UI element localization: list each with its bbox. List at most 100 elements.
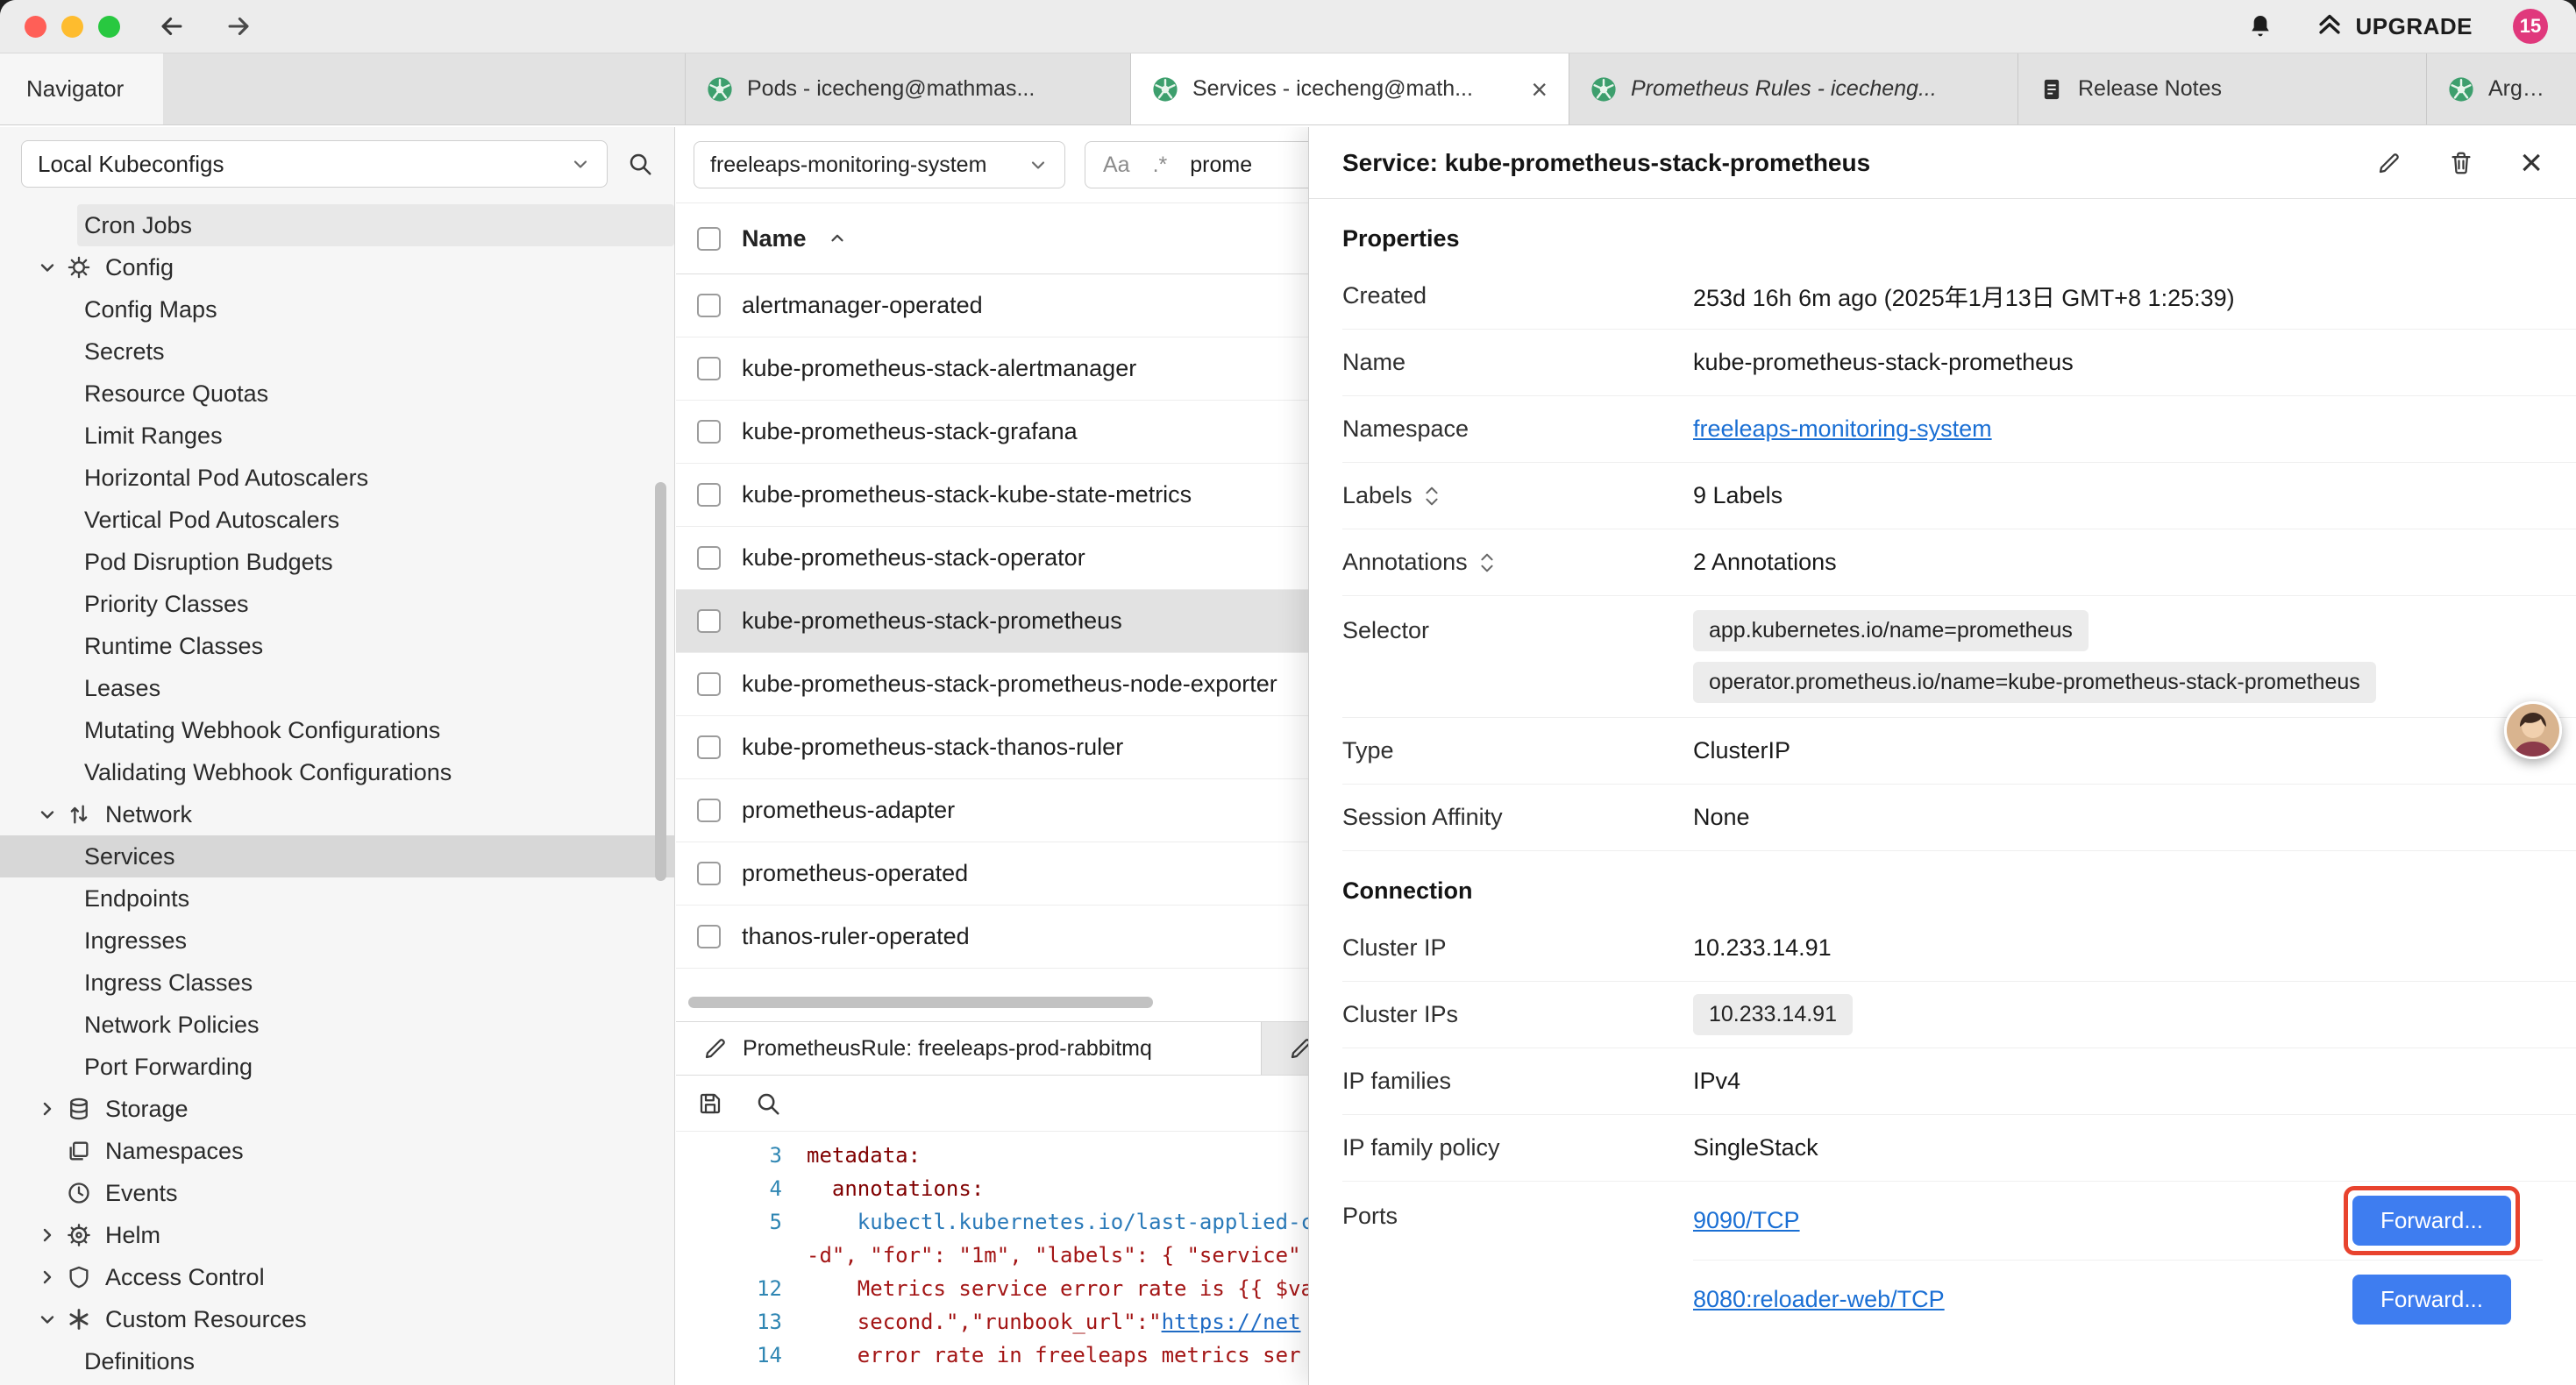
navigator-panel-tab[interactable]: Navigator	[0, 53, 163, 124]
sidebar-item-secrets[interactable]: Secrets	[0, 330, 674, 373]
save-icon[interactable]	[697, 1090, 723, 1117]
sidebar-search-icon[interactable]	[627, 151, 653, 177]
minimize-window-button[interactable]	[61, 16, 83, 38]
delete-button[interactable]	[2448, 150, 2474, 176]
forward-button-8080[interactable]: Forward...	[2352, 1275, 2511, 1325]
row-checkbox[interactable]	[697, 483, 721, 507]
tab-argo-s[interactable]: Argo S	[2427, 53, 2576, 124]
row-checkbox[interactable]	[697, 672, 721, 696]
sidebar-item-access-control[interactable]: Access Control	[0, 1256, 674, 1298]
sidebar-item-services[interactable]: Services	[0, 835, 674, 877]
sidebar-item-ingresses[interactable]: Ingresses	[0, 920, 674, 962]
forward-button-9090[interactable]: Forward...	[2352, 1196, 2511, 1246]
sidebar-item-storage[interactable]: Storage	[0, 1088, 674, 1130]
row-checkbox[interactable]	[697, 357, 721, 380]
chevron-right-icon[interactable]	[37, 1267, 67, 1288]
row-checkbox[interactable]	[697, 546, 721, 570]
sidebar-item-endpoints[interactable]: Endpoints	[0, 877, 674, 920]
tab-services-icecheng-math[interactable]: Services - icecheng@math...×	[1131, 53, 1569, 124]
sidebar-item-namespaces[interactable]: Namespaces	[0, 1130, 674, 1172]
property-value: 10.233.14.91	[1693, 934, 1832, 962]
match-case-toggle[interactable]: Aa	[1103, 153, 1130, 178]
sidebar-item-helm[interactable]: Helm	[0, 1214, 674, 1256]
edit-button[interactable]	[2376, 150, 2402, 176]
zoom-window-button[interactable]	[98, 16, 120, 38]
namespace-filter-select[interactable]: freeleaps-monitoring-system	[694, 141, 1065, 188]
chevron-down-icon[interactable]	[37, 1309, 67, 1330]
chevron-right-icon[interactable]	[37, 1098, 67, 1119]
close-drawer-button[interactable]: ×	[2520, 144, 2543, 182]
sidebar-item-config[interactable]: Config	[0, 246, 674, 288]
chevron-right-icon[interactable]	[37, 1225, 67, 1246]
navigator-label: Navigator	[26, 75, 124, 103]
row-checkbox[interactable]	[697, 862, 721, 885]
sort-ascending-icon[interactable]	[828, 229, 847, 248]
row-checkbox[interactable]	[697, 609, 721, 633]
sidebar-item-ingress-classes[interactable]: Ingress Classes	[0, 962, 674, 1004]
sidebar-item-limit-ranges[interactable]: Limit Ranges	[0, 415, 674, 457]
forward-button[interactable]	[224, 11, 253, 41]
sidebar-item-cron-jobs[interactable]: Cron Jobs	[77, 204, 674, 246]
sidebar-item-definitions[interactable]: Definitions	[0, 1340, 674, 1382]
chevron-down-icon[interactable]	[37, 257, 67, 278]
sidebar-item-leases[interactable]: Leases	[0, 667, 674, 709]
select-all-checkbox[interactable]	[697, 227, 721, 251]
row-checkbox[interactable]	[697, 735, 721, 759]
close-tab-icon[interactable]: ×	[1531, 75, 1548, 103]
sidebar-item-label: Storage	[105, 1096, 189, 1123]
row-checkbox[interactable]	[697, 420, 721, 444]
sidebar-item-vertical-pod-autoscalers[interactable]: Vertical Pod Autoscalers	[0, 499, 674, 541]
editor-tab-label: PrometheusRule: freeleaps-prod-rabbitmq	[743, 1036, 1152, 1062]
sidebar-item-network[interactable]: Network	[0, 793, 674, 835]
sidebar-item-runtime-classes[interactable]: Runtime Classes	[0, 625, 674, 667]
user-avatar[interactable]	[2504, 701, 2562, 759]
sidebar-item-port-forwarding[interactable]: Port Forwarding	[0, 1046, 674, 1088]
notification-count-badge[interactable]: 15	[2513, 9, 2548, 44]
tab-prometheus-rules-icecheng[interactable]: Prometheus Rules - icecheng...	[1569, 53, 2018, 124]
sidebar-item-validating-webhook-configurations[interactable]: Validating Webhook Configurations	[0, 751, 674, 793]
tab-pods-icecheng-mathmas[interactable]: Pods - icecheng@mathmas...	[686, 53, 1131, 124]
sidebar-item-mutating-webhook-configurations[interactable]: Mutating Webhook Configurations	[0, 709, 674, 751]
sidebar-item-priority-classes[interactable]: Priority Classes	[0, 583, 674, 625]
properties-heading: Properties	[1342, 225, 2576, 252]
port-link-8080[interactable]: 8080:reloader-web/TCP	[1693, 1286, 1945, 1313]
sidebar-item-events[interactable]: Events	[0, 1172, 674, 1214]
close-window-button[interactable]	[25, 16, 46, 38]
tab-label: Release Notes	[2078, 76, 2222, 102]
sidebar-scrollbar[interactable]	[655, 482, 666, 881]
chevron-down-icon	[1028, 154, 1049, 175]
row-checkbox[interactable]	[697, 799, 721, 822]
sidebar-item-config-maps[interactable]: Config Maps	[0, 288, 674, 330]
sidebar-item-resource-quotas[interactable]: Resource Quotas	[0, 373, 674, 415]
sidebar-item-horizontal-pod-autoscalers[interactable]: Horizontal Pod Autoscalers	[0, 457, 674, 499]
sidebar-item-pod-disruption-budgets[interactable]: Pod Disruption Budgets	[0, 541, 674, 583]
sidebar-item-label: Events	[105, 1180, 178, 1207]
name-column-header[interactable]: Name	[742, 225, 807, 252]
editor-search-icon[interactable]	[755, 1090, 781, 1117]
notifications-bell-icon[interactable]	[2246, 12, 2274, 40]
tab-label: Prometheus Rules - icecheng...	[1631, 76, 1937, 102]
kubeconfig-selector-value: Local Kubeconfigs	[38, 151, 224, 178]
property-label: Cluster IP	[1342, 934, 1693, 962]
expand-annotations-icon[interactable]	[1478, 551, 1496, 574]
row-checkbox[interactable]	[697, 294, 721, 317]
property-value: 2 Annotations	[1693, 549, 1837, 576]
namespace-link[interactable]: freeleaps-monitoring-system	[1693, 416, 1992, 443]
expand-labels-icon[interactable]	[1423, 485, 1441, 508]
horizontal-scrollbar-thumb[interactable]	[688, 997, 1153, 1008]
row-checkbox[interactable]	[697, 925, 721, 948]
selector-chip: app.kubernetes.io/name=prometheus	[1693, 610, 2089, 651]
kubeconfig-selector[interactable]: Local Kubeconfigs	[21, 140, 608, 188]
property-value: IPv4	[1693, 1068, 1740, 1095]
tab-release-notes[interactable]: Release Notes	[2018, 53, 2427, 124]
sidebar-item-network-policies[interactable]: Network Policies	[0, 1004, 674, 1046]
service-name: kube-prometheus-stack-operator	[742, 544, 1085, 572]
sidebar-item-custom-resources[interactable]: Custom Resources	[0, 1298, 674, 1340]
upgrade-button[interactable]: UPGRADE	[2315, 9, 2473, 45]
back-button[interactable]	[157, 11, 187, 41]
regex-toggle[interactable]: .*	[1153, 153, 1168, 178]
chevron-down-icon[interactable]	[37, 804, 67, 825]
port-link-9090[interactable]: 9090/TCP	[1693, 1207, 1800, 1234]
sidebar-item-label: Horizontal Pod Autoscalers	[84, 465, 368, 492]
editor-tab-prometheusrule[interactable]: PrometheusRule: freeleaps-prod-rabbitmq	[676, 1022, 1262, 1075]
